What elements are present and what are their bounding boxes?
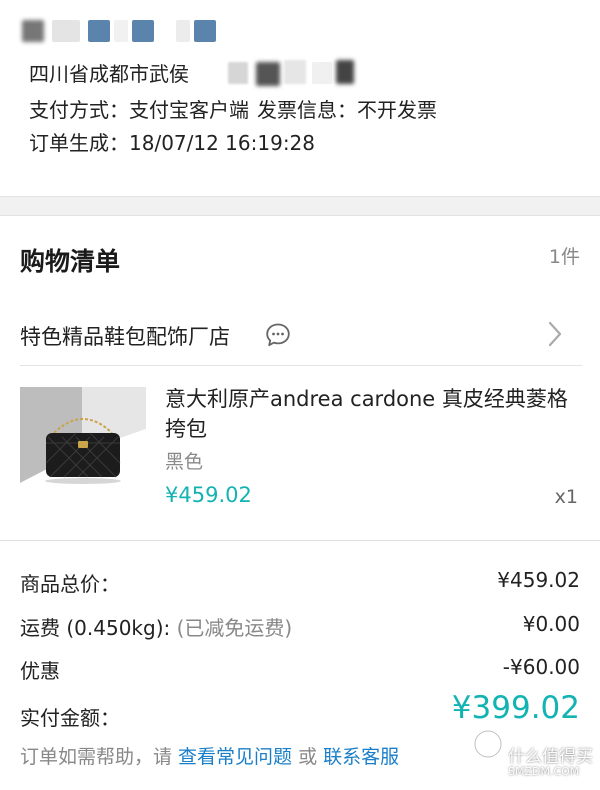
subtotal-value: ¥459.02: [497, 568, 580, 592]
store-divider: [20, 365, 582, 366]
redacted-name: [52, 20, 80, 42]
order-created-info: 订单生成：18/07/12 16:19:28: [29, 127, 315, 156]
store-row[interactable]: 特色精品鞋包配饰厂店: [0, 312, 600, 360]
discount-value: -¥60.00: [502, 655, 580, 679]
shipping-address: 四川省成都市武侯: [29, 62, 189, 86]
shipping-label: 运费 (0.450kg):: [20, 616, 171, 640]
redacted-address: [312, 62, 332, 84]
redacted-phone: [132, 20, 154, 42]
product-variant: 黑色: [165, 451, 204, 473]
created-value: 18/07/12 16:19:28: [129, 131, 316, 155]
shipping-note: (已减免运费): [176, 616, 293, 640]
section-divider: [0, 196, 600, 216]
shipping-value: ¥0.00: [522, 612, 580, 636]
summary-divider: [0, 540, 600, 541]
chat-bubble-icon[interactable]: [265, 322, 291, 348]
item-count: 1件: [548, 246, 580, 268]
help-middle: 或: [292, 746, 324, 768]
redacted-phone: [88, 20, 110, 42]
chevron-right-icon[interactable]: [545, 318, 565, 350]
payment-info: 支付方式：支付宝客户端 发票信息：不开发票: [29, 94, 437, 123]
contact-service-link[interactable]: 联系客服: [323, 746, 399, 768]
total-label: 实付金额：: [20, 706, 120, 730]
shipping-row: 运费 (0.450kg): (已减免运费): [20, 612, 292, 641]
subtotal-label: 商品总价：: [20, 572, 120, 596]
order-info-section: 四川省成都市武侯 支付方式：支付宝客户端 发票信息：不开发票 订单生成：18/07…: [0, 0, 600, 196]
redacted-phone: [176, 20, 190, 42]
help-text: 订单如需帮助，请 查看常见问题 或 联系客服: [20, 742, 399, 769]
redacted-address: [256, 62, 280, 86]
redacted-phone: [194, 20, 216, 42]
faq-link[interactable]: 查看常见问题: [178, 746, 292, 768]
redacted-address: [336, 60, 354, 84]
created-label: 订单生成：: [29, 131, 129, 155]
redacted-phone: [114, 20, 128, 42]
discount-label: 优惠: [20, 659, 60, 683]
invoice-value: 不开发票: [357, 98, 437, 122]
watermark-domain: SMZDM.COM: [508, 765, 580, 778]
redacted-address: [284, 60, 306, 84]
store-name[interactable]: 特色精品鞋包配饰厂店: [20, 321, 230, 351]
product-title[interactable]: 意大利原产andrea cardone 真皮经典菱格挎包: [165, 384, 575, 444]
payment-label: 支付方式：: [29, 98, 129, 122]
watermark-text: 什么值得买: [508, 747, 593, 767]
product-price: ¥459.02: [165, 483, 252, 507]
payment-value: 支付宝客户端: [129, 98, 249, 122]
invoice-label: 发票信息：: [257, 98, 357, 122]
redacted-address: [228, 62, 248, 84]
redacted-name: [22, 20, 44, 42]
product-image[interactable]: [20, 387, 146, 513]
cart-title: 购物清单: [20, 247, 121, 276]
help-prefix: 订单如需帮助，请: [20, 746, 179, 768]
product-quantity: x1: [554, 486, 578, 508]
handbag-image: [20, 387, 146, 513]
